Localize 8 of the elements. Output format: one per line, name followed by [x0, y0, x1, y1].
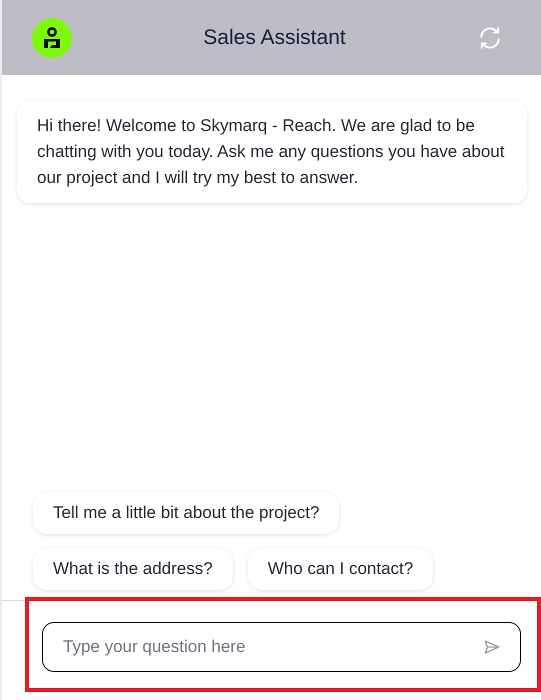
suggestion-chip[interactable]: Who can I contact? — [248, 548, 434, 590]
question-input[interactable]: Type your question here — [42, 622, 521, 672]
suggestion-chip[interactable]: Tell me a little bit about the project? — [33, 492, 340, 534]
window-title: Sales Assistant — [203, 26, 346, 50]
suggestion-chip[interactable]: What is the address? — [33, 548, 233, 590]
send-icon[interactable] — [483, 638, 501, 656]
chat-message: Hi there! Welcome to Skymarq - Reach. We are glad to be chatting with you today. Ask me any questions you have about our project and I will try my best to answer. — [17, 101, 527, 203]
avatar-icon — [32, 18, 72, 58]
